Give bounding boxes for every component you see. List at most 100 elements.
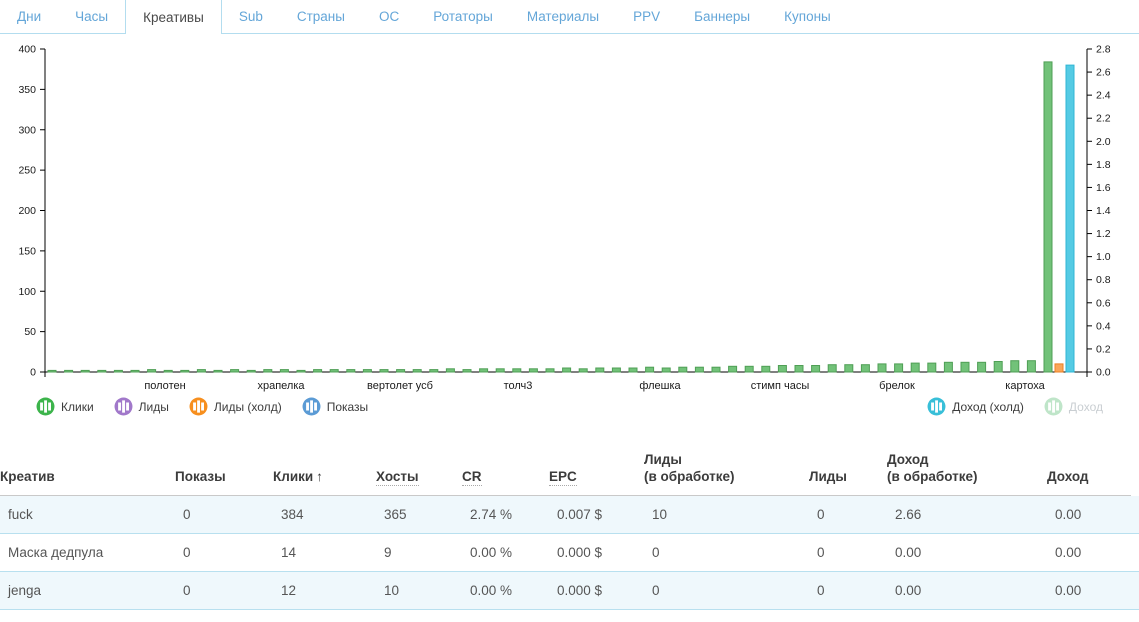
bar-clicks[interactable] [480, 369, 488, 372]
bar-clicks[interactable] [1027, 361, 1035, 372]
table-body: fuck03843652.74 %0.007 $1002.660.00Маска… [0, 496, 1139, 610]
bar-clicks[interactable] [231, 370, 239, 372]
tab-страны[interactable]: Страны [280, 0, 362, 33]
bar-clicks[interactable] [695, 367, 703, 372]
bar-income-hold[interactable] [1066, 65, 1074, 372]
tab-ротаторы[interactable]: Ротаторы [416, 0, 510, 33]
right-tick-label: 0.6 [1096, 297, 1111, 309]
bar-clicks[interactable] [911, 363, 919, 372]
bar-clicks[interactable] [546, 369, 554, 372]
legend-item-показы[interactable]: Показы [302, 397, 368, 416]
bar-clicks[interactable] [413, 370, 421, 372]
bar-clicks[interactable] [828, 365, 836, 372]
column-header-показы[interactable]: Показы [175, 469, 273, 486]
bar-clicks[interactable] [845, 365, 853, 372]
legend-item-доход-холд[interactable]: Доход (холд) [927, 397, 1024, 416]
bar-clicks[interactable] [729, 366, 737, 372]
legend-item-лиды[interactable]: Лиды [114, 397, 169, 416]
column-header-cr[interactable]: CR [462, 469, 549, 486]
legend-item-клики[interactable]: Клики [36, 397, 94, 416]
bar-clicks[interactable] [596, 368, 604, 372]
bar-clicks[interactable] [778, 366, 786, 373]
tab-sub[interactable]: Sub [222, 0, 280, 33]
bar-clicks[interactable] [114, 370, 122, 372]
bar-clicks[interactable] [1011, 361, 1019, 372]
column-header-epc[interactable]: EPC [549, 469, 644, 486]
bar-clicks[interactable] [347, 370, 355, 372]
bar-clicks[interactable] [363, 370, 371, 372]
bar-clicks[interactable] [297, 370, 305, 372]
bar-clicks[interactable] [280, 370, 288, 372]
bar-clicks[interactable] [662, 368, 670, 372]
bar-clicks[interactable] [446, 369, 454, 372]
tab-купоны[interactable]: Купоны [767, 0, 848, 33]
tab-ppv[interactable]: PPV [616, 0, 677, 33]
bar-clicks[interactable] [197, 370, 205, 372]
column-header-хосты[interactable]: Хосты [376, 469, 462, 486]
bar-clicks[interactable] [1044, 62, 1052, 372]
cell: 0 [652, 545, 817, 560]
table-row-маска-дедпула[interactable]: Маска дедпула01490.00 %0.000 $000.000.00 [0, 534, 1139, 572]
bar-clicks[interactable] [214, 370, 222, 372]
table-row-jenga[interactable]: jenga012100.00 %0.000 $000.000.00 [0, 572, 1139, 610]
bar-clicks[interactable] [81, 370, 89, 372]
bar-clicks[interactable] [978, 362, 986, 372]
cell: 0 [817, 507, 895, 522]
bar-clicks[interactable] [944, 362, 952, 372]
tab-креативы[interactable]: Креативы [125, 0, 222, 34]
bar-clicks[interactable] [762, 366, 770, 372]
bar-clicks[interactable] [330, 370, 338, 372]
bar-clicks[interactable] [314, 370, 322, 372]
legend-item-доход[interactable]: Доход [1044, 397, 1103, 416]
column-header-лиды[interactable]: Лиды [809, 469, 887, 486]
bar-clicks[interactable] [98, 370, 106, 372]
bar-clicks[interactable] [629, 368, 637, 372]
bar-clicks[interactable] [131, 370, 139, 372]
tab-часы[interactable]: Часы [58, 0, 125, 33]
bar-clicks[interactable] [181, 370, 189, 372]
column-header-креатив[interactable]: Креатив [0, 469, 175, 486]
bar-clicks[interactable] [812, 366, 820, 373]
bar-clicks[interactable] [463, 370, 471, 372]
column-header-лиды[interactable]: Лиды(в обработке) [644, 452, 809, 486]
bar-clicks[interactable] [563, 368, 571, 372]
bar-clicks[interactable] [646, 367, 654, 372]
bar-clicks[interactable] [745, 366, 753, 372]
legend-item-лиды-холд[interactable]: Лиды (холд) [189, 397, 282, 416]
bar-clicks[interactable] [247, 370, 255, 372]
tab-баннеры[interactable]: Баннеры [677, 0, 767, 33]
bar-clicks[interactable] [529, 369, 537, 372]
bar-clicks[interactable] [994, 362, 1002, 373]
bar-clicks[interactable] [513, 369, 521, 372]
bar-clicks[interactable] [928, 363, 936, 372]
bar-clicks[interactable] [380, 370, 388, 372]
cell: 0.00 % [470, 583, 557, 598]
tab-материалы[interactable]: Материалы [510, 0, 616, 33]
table-row-fuck[interactable]: fuck03843652.74 %0.007 $1002.660.00 [0, 496, 1139, 534]
bar-clicks[interactable] [612, 368, 620, 372]
bar-clicks[interactable] [795, 366, 803, 373]
bar-clicks[interactable] [148, 370, 156, 372]
bar-clicks[interactable] [397, 370, 405, 372]
tab-дни[interactable]: Дни [0, 0, 58, 33]
bar-clicks[interactable] [65, 370, 73, 372]
bar-clicks[interactable] [430, 370, 438, 372]
tab-ос[interactable]: ОС [362, 0, 416, 33]
bar-clicks[interactable] [579, 369, 587, 372]
bar-clicks[interactable] [895, 364, 903, 372]
column-header-доход[interactable]: Доход(в обработке) [887, 452, 1047, 486]
bar-clicks[interactable] [164, 370, 172, 372]
bar-leads-hold[interactable] [1055, 364, 1063, 372]
column-header-доход[interactable]: Доход [1047, 469, 1131, 486]
column-header-клики[interactable]: Клики↑ [273, 469, 376, 486]
bar-clicks[interactable] [712, 367, 720, 372]
bar-clicks[interactable] [496, 369, 504, 372]
bar-clicks[interactable] [861, 365, 869, 372]
bar-clicks[interactable] [264, 370, 272, 372]
bar-clicks[interactable] [878, 364, 886, 372]
bar-clicks[interactable] [48, 370, 56, 372]
legend-label: Доход (холд) [952, 400, 1024, 414]
bar-clicks[interactable] [679, 367, 687, 372]
series-icon [302, 397, 321, 416]
bar-clicks[interactable] [961, 362, 969, 372]
